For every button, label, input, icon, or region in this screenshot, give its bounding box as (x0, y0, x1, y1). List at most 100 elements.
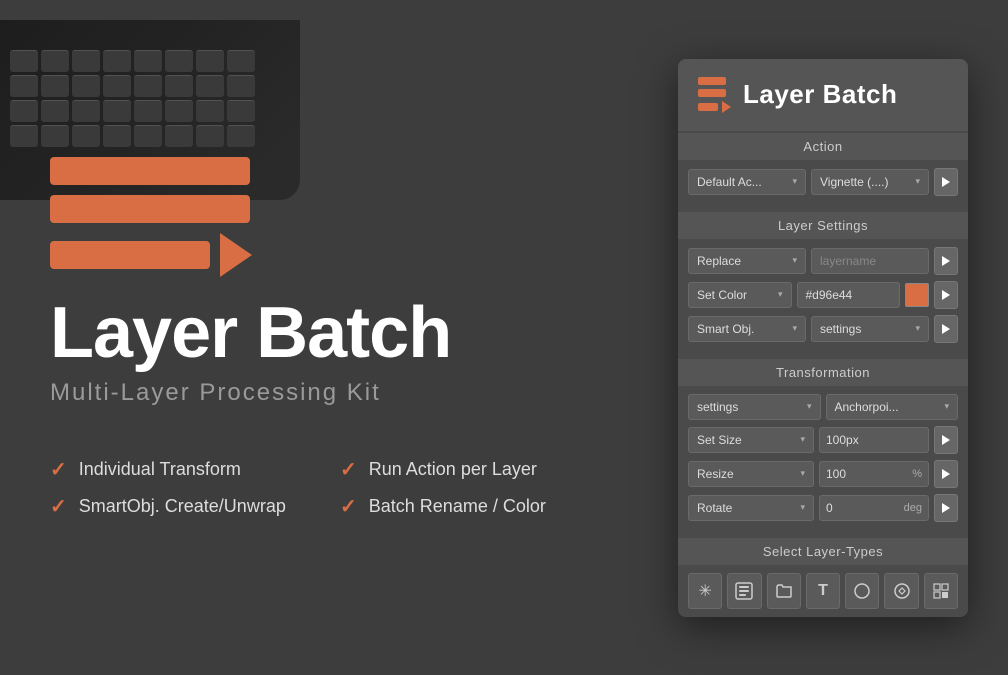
action-row: Default Ac... ▾ Vignette (....) ▾ (688, 168, 958, 196)
anchor-value: Anchorpoi... (835, 400, 899, 414)
set-size-run-button[interactable] (934, 426, 958, 454)
replace-select[interactable]: Replace ▾ (688, 248, 806, 274)
action-body: Default Ac... ▾ Vignette (....) ▾ (678, 160, 968, 210)
text-layer-button[interactable]: T (806, 573, 840, 609)
replace-input[interactable]: layername (811, 248, 929, 274)
app-subtitle: Multi-Layer Processing Kit (50, 379, 600, 407)
resize-row: Resize ▾ 100 % (688, 460, 958, 488)
set-color-select[interactable]: Set Color ▾ (688, 282, 792, 308)
action-run-button[interactable] (934, 168, 958, 196)
smart-obj-settings-select[interactable]: settings ▾ (811, 316, 929, 342)
smart-object-icon (893, 582, 911, 600)
replace-run-button[interactable] (934, 247, 958, 275)
feature-individual-transform: ✓ Individual Transform (50, 457, 310, 482)
group-layer-button[interactable] (727, 573, 761, 609)
rotate-value: Rotate (697, 501, 732, 515)
replace-value: Replace (697, 254, 741, 268)
rotate-run-button[interactable] (934, 494, 958, 522)
smart-obj-select[interactable]: Smart Obj. ▾ (688, 316, 806, 342)
pixel-icon (932, 582, 950, 600)
color-hex-input[interactable]: #d96e44 (797, 282, 901, 308)
set-color-row: Set Color ▾ #d96e44 (688, 281, 958, 309)
check-icon-2: ✓ (340, 457, 357, 482)
logo-bar-1 (50, 157, 250, 185)
action-vignette-select[interactable]: Vignette (....) ▾ (811, 169, 929, 195)
set-color-run-button[interactable] (934, 281, 958, 309)
smart-obj-caret: ▾ (792, 323, 797, 334)
action-vignette-value: Vignette (....) (820, 175, 888, 189)
transform-settings-value: settings (697, 400, 738, 414)
resize-unit: % (906, 468, 928, 480)
feature-label-4: Batch Rename / Color (369, 496, 546, 517)
set-size-row: Set Size ▾ 100px (688, 426, 958, 454)
smart-obj-row: Smart Obj. ▾ settings ▾ (688, 315, 958, 343)
action-default-select[interactable]: Default Ac... ▾ (688, 169, 806, 195)
feature-label-2: Run Action per Layer (369, 459, 537, 480)
action-vignette-caret: ▾ (915, 176, 920, 187)
panel-logo-row (698, 101, 731, 113)
logo-bar-2 (50, 195, 250, 223)
set-color-caret: ▾ (778, 289, 783, 300)
panel-header: Layer Batch (678, 59, 968, 131)
resize-run-button[interactable] (934, 460, 958, 488)
smart-obj-settings-caret: ▾ (915, 323, 920, 334)
anchor-select[interactable]: Anchorpoi... ▾ (826, 394, 959, 420)
resize-caret: ▾ (800, 468, 805, 479)
resize-value: Resize (697, 467, 734, 481)
resize-select[interactable]: Resize ▾ (688, 461, 814, 487)
play-icon-color (942, 290, 950, 300)
section-layer-settings-header: Layer Settings (678, 212, 968, 239)
app-logo-icon (50, 157, 600, 277)
replace-row: Replace ▾ layername (688, 247, 958, 275)
replace-caret: ▾ (792, 255, 797, 266)
circle-icon (853, 582, 871, 600)
set-size-caret: ▾ (800, 434, 805, 445)
feature-label-1: Individual Transform (79, 459, 241, 480)
panel-logo-bar-1 (698, 77, 726, 85)
shape-layer-button[interactable] (845, 573, 879, 609)
feature-batch-rename: ✓ Batch Rename / Color (340, 494, 600, 519)
play-icon-rotate (942, 503, 950, 513)
resize-input[interactable]: 100 (820, 462, 906, 486)
keyboard-keys (10, 50, 255, 147)
feature-run-action: ✓ Run Action per Layer (340, 457, 600, 482)
panel-logo-bar-3 (698, 103, 718, 111)
set-color-value: Set Color (697, 288, 747, 302)
pixel-layer-button[interactable] (924, 573, 958, 609)
set-size-select[interactable]: Set Size ▾ (688, 427, 814, 453)
set-size-input-wrapper: 100px (819, 427, 929, 453)
logo-bar-arrow (50, 233, 600, 277)
folder-icon (775, 582, 793, 600)
check-icon-3: ✓ (50, 494, 67, 519)
anchor-caret: ▾ (944, 401, 949, 412)
feature-label-3: SmartObj. Create/Unwrap (79, 496, 286, 517)
rotate-input-wrapper: 0 deg (819, 495, 929, 521)
left-content: Layer Batch Multi-Layer Processing Kit ✓… (50, 157, 600, 519)
panel-logo-icon (698, 77, 731, 113)
smart-obj-value: Smart Obj. (697, 322, 754, 336)
play-icon-replace (942, 256, 950, 266)
transform-settings-caret: ▾ (807, 401, 812, 412)
rotate-caret: ▾ (800, 502, 805, 513)
transform-settings-select[interactable]: settings ▾ (688, 394, 821, 420)
set-size-input[interactable]: 100px (820, 428, 928, 452)
panel-title: Layer Batch (743, 79, 897, 110)
folder-button[interactable] (767, 573, 801, 609)
smart-object-button[interactable] (884, 573, 918, 609)
smart-obj-run-button[interactable] (934, 315, 958, 343)
rotate-input[interactable]: 0 (820, 496, 898, 520)
rotate-row: Rotate ▾ 0 deg (688, 494, 958, 522)
rotate-select[interactable]: Rotate ▾ (688, 495, 814, 521)
layer-types-row: ✳ T (678, 565, 968, 617)
settings-anchor-row: settings ▾ Anchorpoi... ▾ (688, 394, 958, 420)
play-icon (942, 177, 950, 187)
layer-batch-panel: Layer Batch Action Default Ac... ▾ Vigne… (678, 59, 968, 617)
all-layers-button[interactable]: ✳ (688, 573, 722, 609)
section-transformation-header: Transformation (678, 359, 968, 386)
play-icon-smart (942, 324, 950, 334)
play-icon-size (942, 435, 950, 445)
layer-settings-body: Replace ▾ layername Set Color ▾ #d96e44 … (678, 239, 968, 357)
color-swatch[interactable] (905, 283, 929, 307)
transformation-body: settings ▾ Anchorpoi... ▾ Set Size ▾ 100… (678, 386, 968, 536)
section-action-header: Action (678, 133, 968, 160)
